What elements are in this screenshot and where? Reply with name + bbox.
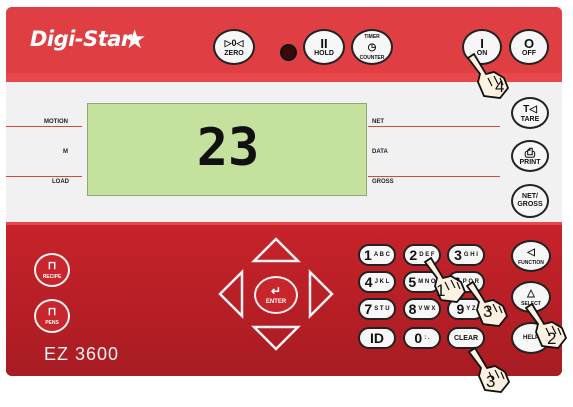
key-number: 4 [364, 274, 373, 290]
key-number: 1 [364, 247, 372, 263]
timer-counter-button[interactable]: TIMER ◷ COUNTER [351, 29, 393, 65]
key-number: 5 [408, 274, 417, 290]
step-number: 4 [495, 77, 505, 96]
key-letters: : . [424, 335, 430, 341]
zero-icon: ▷0◁ [224, 37, 244, 48]
key-1[interactable]: 1A B C [358, 244, 396, 266]
divider [368, 126, 500, 127]
gross-label: GROSS [517, 201, 543, 208]
brand-star-icon: ★ [123, 25, 146, 55]
key-7[interactable]: 7S T U [358, 298, 396, 320]
tare-label: TARE [520, 115, 540, 123]
function-button[interactable]: ◁ FUNCTION [511, 240, 551, 272]
print-button[interactable]: ⎙ PRINT [511, 140, 549, 172]
zero-label: ZERO [224, 49, 244, 57]
brand-name: Digi-Star [30, 27, 131, 51]
function-icon: ◁ [527, 246, 535, 258]
lcd-display: 23 [87, 103, 367, 196]
step-number: 2 [547, 329, 557, 348]
key-number: 7 [364, 301, 373, 317]
key-number: 8 [408, 301, 417, 317]
zero-button[interactable]: ▷0◁ ZERO [213, 29, 255, 65]
tare-icon: T◁ [523, 103, 537, 115]
off-button[interactable]: O OFF [509, 29, 549, 65]
data-indicator: DATA [372, 149, 388, 155]
recipe-label: RECIPE [42, 273, 62, 280]
key-number: 0 [414, 330, 423, 346]
down-arrow-icon[interactable] [250, 325, 302, 351]
step-number: 3 [483, 302, 493, 321]
power-off-icon: O [523, 35, 535, 51]
weight-readout: 23 [196, 118, 260, 178]
up-arrow-icon[interactable] [250, 237, 302, 263]
hold-button[interactable]: II HOLD [303, 29, 345, 65]
status-led [280, 44, 297, 61]
brand-logo: Digi-Star ★ [30, 25, 146, 55]
divider [6, 176, 82, 177]
recipe-icon: ⊓ [47, 259, 57, 272]
key-number: CLEAR [453, 334, 479, 342]
step-number: 1 [436, 281, 446, 300]
timer-label: TIMER [364, 33, 380, 40]
divider [6, 126, 82, 127]
select-icon: △ [527, 287, 535, 299]
hold-label: HOLD [314, 49, 334, 57]
right-arrow-icon[interactable] [308, 268, 334, 320]
m-indicator: M [63, 149, 68, 155]
id-key[interactable]: ID [358, 327, 396, 349]
recipe-button[interactable]: ⊓ RECIPE [34, 253, 70, 287]
enter-icon: ↵ [270, 283, 282, 298]
print-label: PRINT [519, 158, 541, 166]
key-letters: J K L [374, 279, 390, 285]
motion-indicator: MOTION [44, 119, 68, 125]
tare-button[interactable]: T◁ TARE [511, 97, 549, 129]
net-label: NET/ [522, 193, 538, 200]
power-on-icon: I [480, 35, 484, 51]
hold-icon: II [320, 35, 328, 51]
model-label: EZ 3600 [44, 344, 120, 364]
key-0[interactable]: 0: . [403, 327, 441, 349]
pens-label: PENS [45, 319, 59, 326]
key-letters: S T U [374, 306, 390, 312]
left-arrow-icon[interactable] [218, 268, 244, 320]
function-label: FUNCTION [518, 259, 544, 266]
key-4[interactable]: 4J K L [358, 271, 396, 293]
clock-icon: ◷ [367, 41, 377, 53]
printer-icon: ⎙ [524, 144, 536, 160]
net-indicator: NET [372, 119, 384, 125]
gross-indicator: GROSS [372, 179, 394, 185]
off-label: OFF [522, 49, 536, 57]
enter-button[interactable]: ↵ ENTER [254, 276, 298, 314]
divider [368, 176, 500, 177]
step-number: 3 [486, 372, 496, 391]
pointing-hand-icon [524, 302, 568, 349]
enter-label: ENTER [265, 298, 287, 305]
pens-icon: ⊓ [47, 305, 57, 318]
pens-button[interactable]: ⊓ PENS [34, 299, 70, 333]
key-number: ID [370, 330, 384, 346]
key-letters: A B C [373, 252, 390, 258]
counter-label: COUNTER [359, 54, 385, 61]
load-indicator: LOAD [52, 179, 69, 185]
net-gross-button[interactable]: NET/ GROSS [511, 184, 549, 218]
